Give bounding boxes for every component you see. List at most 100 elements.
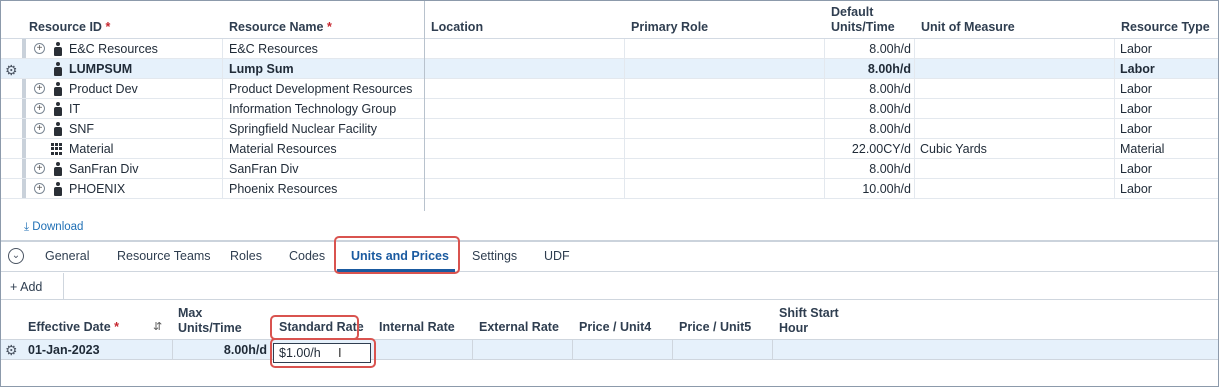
- labor-resource-icon: [54, 102, 62, 116]
- table-row[interactable]: + SNF Springfield Nuclear Facility 8.00h/d L…: [1, 119, 1218, 139]
- default-units-cell[interactable]: 8.00h/d: [825, 99, 911, 119]
- input-highlight-box: [270, 338, 376, 368]
- unit-of-measure-cell[interactable]: [920, 99, 1110, 119]
- labor-resource-icon: [54, 182, 62, 196]
- resource-id-cell[interactable]: IT: [69, 99, 219, 119]
- col-primary-role[interactable]: Primary Role: [631, 20, 708, 35]
- col-effective-date[interactable]: Effective Date *: [28, 320, 119, 335]
- expand-icon[interactable]: +: [34, 123, 45, 134]
- tab-udf[interactable]: UDF: [544, 242, 570, 272]
- resource-name-cell[interactable]: Lump Sum: [229, 59, 423, 79]
- table-row[interactable]: + SanFran Div SanFran Div 8.00h/d Labor: [1, 159, 1218, 179]
- max-units-cell[interactable]: 8.00h/d: [173, 340, 267, 360]
- labor-resource-icon: [54, 82, 62, 96]
- col-resource-type[interactable]: Resource Type: [1121, 20, 1210, 35]
- col-resource-id[interactable]: Resource ID *: [29, 20, 110, 35]
- expand-icon[interactable]: +: [34, 163, 45, 174]
- labor-resource-icon: [54, 62, 62, 76]
- resource-name-cell[interactable]: Product Development Resources: [229, 79, 423, 99]
- header-highlight-box: [270, 315, 359, 340]
- col-max-units[interactable]: Max Units/Time: [178, 306, 242, 336]
- unit-of-measure-cell[interactable]: [920, 179, 1110, 199]
- table-row[interactable]: + IT Information Technology Group 8.00h/d La…: [1, 99, 1218, 119]
- table-row[interactable]: + E&C Resources E&C Resources 8.00h/d Labor: [1, 39, 1218, 59]
- add-button[interactable]: + Add: [10, 277, 42, 297]
- resource-type-cell[interactable]: Labor: [1120, 59, 1216, 79]
- tab-settings[interactable]: Settings: [472, 242, 517, 272]
- resource-id-cell[interactable]: E&C Resources: [69, 39, 219, 59]
- labor-resource-icon: [54, 42, 62, 56]
- resource-name-cell[interactable]: E&C Resources: [229, 39, 423, 59]
- resource-id-cell[interactable]: Material: [69, 139, 219, 159]
- col-external-rate[interactable]: External Rate: [479, 320, 559, 335]
- default-units-cell[interactable]: 8.00h/d: [825, 159, 911, 179]
- tab-roles[interactable]: Roles: [230, 242, 262, 272]
- table-row[interactable]: LUMPSUM Lump Sum 8.00h/d Labor: [1, 59, 1218, 79]
- tab-codes[interactable]: Codes: [289, 242, 325, 272]
- plus-icon: +: [10, 280, 18, 294]
- resource-type-cell[interactable]: Labor: [1120, 119, 1216, 139]
- units-grid-header: Effective Date * Max Units/Time Standard …: [1, 300, 1218, 340]
- row-settings-gear-icon[interactable]: ⚙: [5, 63, 18, 77]
- detail-tabs: ⌄ General Resource Teams Roles Codes Uni…: [1, 242, 1218, 272]
- resource-id-cell[interactable]: LUMPSUM: [69, 59, 219, 79]
- expand-icon[interactable]: +: [34, 103, 45, 114]
- col-internal-rate[interactable]: Internal Rate: [379, 320, 455, 335]
- resource-type-cell[interactable]: Labor: [1120, 39, 1216, 59]
- unit-of-measure-cell[interactable]: [920, 39, 1110, 59]
- col-location[interactable]: Location: [431, 20, 483, 35]
- download-icon: ⤓: [24, 221, 30, 233]
- resource-type-cell[interactable]: Material: [1120, 139, 1216, 159]
- resource-id-cell[interactable]: SanFran Div: [69, 159, 219, 179]
- resource-type-cell[interactable]: Labor: [1120, 159, 1216, 179]
- expand-icon[interactable]: +: [34, 183, 45, 194]
- resource-id-cell[interactable]: SNF: [69, 119, 219, 139]
- unit-of-measure-cell[interactable]: [920, 79, 1110, 99]
- units-row[interactable]: ⚙ 01-Jan-2023 8.00h/d: [1, 340, 1218, 360]
- unit-of-measure-cell[interactable]: [920, 59, 1110, 79]
- default-units-cell[interactable]: 22.00CY/d: [825, 139, 911, 159]
- unit-of-measure-cell[interactable]: [920, 119, 1110, 139]
- resource-type-cell[interactable]: Labor: [1120, 99, 1216, 119]
- col-price-unit5[interactable]: Price / Unit5: [679, 320, 751, 335]
- resource-id-cell[interactable]: Product Dev: [69, 79, 219, 99]
- resource-grid-header: Resource ID * Resource Name * Location P…: [1, 1, 1218, 39]
- labor-resource-icon: [54, 162, 62, 176]
- resource-name-cell[interactable]: Material Resources: [229, 139, 423, 159]
- resource-type-cell[interactable]: Labor: [1120, 79, 1216, 99]
- resource-name-cell[interactable]: Springfield Nuclear Facility: [229, 119, 423, 139]
- resource-type-cell[interactable]: Labor: [1120, 179, 1216, 199]
- col-unit-of-measure[interactable]: Unit of Measure: [921, 20, 1015, 35]
- tab-general[interactable]: General: [45, 242, 89, 272]
- col-shift-start-hour[interactable]: Shift Start Hour: [779, 306, 839, 336]
- resource-name-cell[interactable]: Information Technology Group: [229, 99, 423, 119]
- col-resource-name[interactable]: Resource Name *: [229, 20, 332, 35]
- default-units-cell[interactable]: 8.00h/d: [825, 39, 911, 59]
- unit-of-measure-cell[interactable]: [920, 159, 1110, 179]
- table-row[interactable]: + PHOENIX Phoenix Resources 10.00h/d Labor: [1, 179, 1218, 199]
- table-row[interactable]: + Product Dev Product Development Resource…: [1, 79, 1218, 99]
- tab-resource-teams[interactable]: Resource Teams: [117, 242, 211, 272]
- table-row[interactable]: Material Material Resources 22.00CY/d Cubic…: [1, 139, 1218, 159]
- col-price-unit4[interactable]: Price / Unit4: [579, 320, 651, 335]
- units-row-gear-icon[interactable]: ⚙: [5, 343, 18, 357]
- tab-highlight-box: [334, 236, 460, 274]
- resource-id-cell[interactable]: PHOENIX: [69, 179, 219, 199]
- units-toolbar: + Add: [1, 273, 1218, 300]
- default-units-cell[interactable]: 8.00h/d: [825, 119, 911, 139]
- sort-icon[interactable]: ⇵: [153, 320, 162, 333]
- col-default-units[interactable]: Default Units/Time: [831, 5, 895, 35]
- material-icon: [51, 143, 63, 155]
- effective-date-cell[interactable]: 01-Jan-2023: [28, 340, 100, 360]
- default-units-cell[interactable]: 8.00h/d: [825, 79, 911, 99]
- labor-resource-icon: [54, 122, 62, 136]
- expand-icon[interactable]: +: [34, 83, 45, 94]
- default-units-cell[interactable]: 10.00h/d: [825, 179, 911, 199]
- download-link[interactable]: ⤓ Download: [24, 221, 83, 234]
- unit-of-measure-cell[interactable]: Cubic Yards: [920, 139, 1110, 159]
- resource-name-cell[interactable]: SanFran Div: [229, 159, 423, 179]
- expand-icon[interactable]: +: [34, 43, 45, 54]
- collapse-chevron-icon[interactable]: ⌄: [8, 248, 24, 264]
- default-units-cell[interactable]: 8.00h/d: [825, 59, 911, 79]
- resource-name-cell[interactable]: Phoenix Resources: [229, 179, 423, 199]
